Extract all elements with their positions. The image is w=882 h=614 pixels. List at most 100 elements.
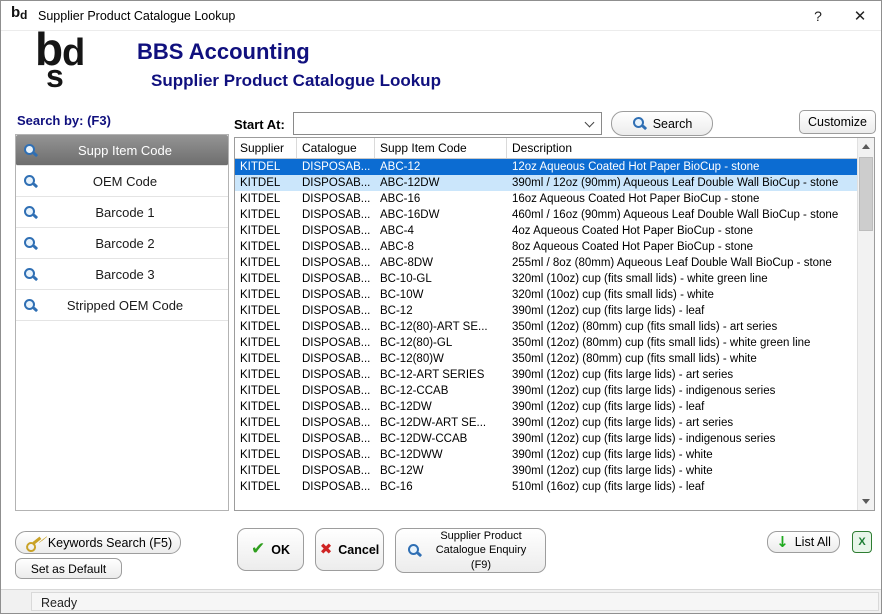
search-by-item-oem-code[interactable]: OEM Code [16, 166, 228, 197]
cell-supplier: KITDEL [235, 367, 297, 383]
cell-catalogue: DISPOSAB... [297, 239, 375, 255]
cell-catalogue: DISPOSAB... [297, 223, 375, 239]
cell-supplier: KITDEL [235, 287, 297, 303]
scroll-thumb[interactable] [859, 157, 873, 231]
title-bar: b b Supplier Product Catalogue Lookup ? … [1, 1, 881, 31]
table-row[interactable]: KITDELDISPOSAB...BC-12390ml (12oz) cup (… [235, 303, 857, 319]
cancel-label: Cancel [338, 543, 379, 557]
customize-button[interactable]: Customize [799, 110, 876, 134]
catalogue-table-body: KITDELDISPOSAB...ABC-1212oz Aqueous Coat… [235, 159, 857, 510]
help-button[interactable]: ? [797, 1, 839, 31]
cell-description: 255ml / 8oz (80mm) Aqueous Leaf Double W… [507, 255, 857, 271]
cell-code: BC-12(80)W [375, 351, 507, 367]
table-row[interactable]: KITDELDISPOSAB...ABC-12DW390ml / 12oz (9… [235, 175, 857, 191]
cell-catalogue: DISPOSAB... [297, 431, 375, 447]
cell-supplier: KITDEL [235, 159, 297, 175]
supplier-product-catalogue-enquiry-button[interactable]: Supplier Product Catalogue Enquiry (F9) [395, 528, 546, 573]
table-row[interactable]: KITDELDISPOSAB...BC-12DWW390ml (12oz) cu… [235, 447, 857, 463]
table-row[interactable]: KITDELDISPOSAB...ABC-16DW460ml / 16oz (9… [235, 207, 857, 223]
start-at-combo[interactable] [293, 112, 602, 135]
search-button[interactable]: Search [611, 111, 713, 136]
cell-catalogue: DISPOSAB... [297, 335, 375, 351]
table-row[interactable]: KITDELDISPOSAB...BC-12W390ml (12oz) cup … [235, 463, 857, 479]
list-all-button[interactable]: ↓ List All [767, 531, 840, 553]
table-row[interactable]: KITDELDISPOSAB...BC-10W320ml (10oz) cup … [235, 287, 857, 303]
cell-code: ABC-12DW [375, 175, 507, 191]
list-all-label: List All [795, 535, 831, 549]
catalogue-table: Supplier Catalogue Supp Item Code Descri… [234, 137, 875, 511]
search-by-item-barcode-1[interactable]: Barcode 1 [16, 197, 228, 228]
table-row[interactable]: KITDELDISPOSAB...ABC-88oz Aqueous Coated… [235, 239, 857, 255]
cell-description: 320ml (10oz) cup (fits small lids) - whi… [507, 287, 857, 303]
search-by-item-supp-item-code[interactable]: Supp Item Code [16, 135, 228, 166]
search-by-item-stripped-oem-code[interactable]: Stripped OEM Code [16, 290, 228, 321]
search-by-item-barcode-3[interactable]: Barcode 3 [16, 259, 228, 290]
table-row[interactable]: KITDELDISPOSAB...BC-12(80)W350ml (12oz) … [235, 351, 857, 367]
cancel-button[interactable]: ✖ Cancel [315, 528, 384, 571]
cell-description: 350ml (12oz) (80mm) cup (fits small lids… [507, 335, 857, 351]
keywords-search-button[interactable]: Keywords Search (F5) [15, 531, 181, 554]
excel-icon: X [858, 536, 865, 548]
table-row[interactable]: KITDELDISPOSAB...BC-12-ART SERIES390ml (… [235, 367, 857, 383]
magnifier-icon [23, 174, 38, 189]
cell-supplier: KITDEL [235, 271, 297, 287]
scroll-down-button[interactable] [858, 493, 874, 510]
cell-description: 4oz Aqueous Coated Hot Paper BioCup - st… [507, 223, 857, 239]
cell-code: ABC-16DW [375, 207, 507, 223]
cell-code: BC-12W [375, 463, 507, 479]
table-row[interactable]: KITDELDISPOSAB...ABC-8DW255ml / 8oz (80m… [235, 255, 857, 271]
table-row[interactable]: KITDELDISPOSAB...ABC-44oz Aqueous Coated… [235, 223, 857, 239]
cell-supplier: KITDEL [235, 303, 297, 319]
magnifier-icon [23, 298, 38, 313]
cell-supplier: KITDEL [235, 255, 297, 271]
start-at-input[interactable] [294, 113, 601, 134]
cell-supplier: KITDEL [235, 239, 297, 255]
table-row[interactable]: KITDELDISPOSAB...BC-12(80)-ART SE...350m… [235, 319, 857, 335]
table-row[interactable]: KITDELDISPOSAB...BC-16510ml (16oz) cup (… [235, 479, 857, 495]
magnifier-icon [407, 543, 422, 558]
bbs-logo: b b s [35, 34, 121, 104]
app-icon-letter: b [11, 5, 20, 20]
column-header-catalogue[interactable]: Catalogue [297, 138, 375, 158]
search-by-item-label: Barcode 2 [38, 236, 228, 251]
close-button[interactable]: ✕ [839, 1, 881, 31]
cell-code: BC-16 [375, 479, 507, 495]
key-icon [21, 531, 44, 553]
excel-export-button[interactable]: X [852, 531, 872, 553]
column-header-supplier[interactable]: Supplier [235, 138, 297, 158]
column-header-description[interactable]: Description [507, 138, 857, 158]
search-by-item-barcode-2[interactable]: Barcode 2 [16, 228, 228, 259]
cell-code: BC-12DW-CCAB [375, 431, 507, 447]
ok-label: OK [271, 543, 290, 557]
cell-catalogue: DISPOSAB... [297, 191, 375, 207]
app-name: BBS Accounting [137, 39, 310, 65]
table-row[interactable]: KITDELDISPOSAB...ABC-1616oz Aqueous Coat… [235, 191, 857, 207]
cell-supplier: KITDEL [235, 399, 297, 415]
table-row[interactable]: KITDELDISPOSAB...BC-10-GL320ml (10oz) cu… [235, 271, 857, 287]
vertical-scrollbar[interactable] [857, 138, 874, 510]
set-as-default-button[interactable]: Set as Default [15, 558, 122, 579]
table-row[interactable]: KITDELDISPOSAB...BC-12DW390ml (12oz) cup… [235, 399, 857, 415]
cell-description: 390ml (12oz) cup (fits large lids) - art… [507, 415, 857, 431]
set-as-default-label: Set as Default [31, 562, 106, 576]
scroll-up-button[interactable] [858, 138, 874, 155]
cell-code: BC-12(80)-GL [375, 335, 507, 351]
table-row[interactable]: KITDELDISPOSAB...BC-12DW-ART SE...390ml … [235, 415, 857, 431]
column-header-supp-item-code[interactable]: Supp Item Code [375, 138, 507, 158]
table-row[interactable]: KITDELDISPOSAB...BC-12DW-CCAB390ml (12oz… [235, 431, 857, 447]
search-by-item-label: Barcode 3 [38, 267, 228, 282]
cross-icon: ✖ [320, 542, 333, 557]
cell-description: 510ml (16oz) cup (fits large lids) - lea… [507, 479, 857, 495]
cell-code: BC-12DW-ART SE... [375, 415, 507, 431]
table-header: Supplier Catalogue Supp Item Code Descri… [235, 138, 857, 159]
cell-catalogue: DISPOSAB... [297, 319, 375, 335]
magnifier-icon [23, 143, 38, 158]
table-row[interactable]: KITDELDISPOSAB...BC-12(80)-GL350ml (12oz… [235, 335, 857, 351]
ok-button[interactable]: ✔ OK [237, 528, 304, 571]
table-row[interactable]: KITDELDISPOSAB...BC-12-CCAB390ml (12oz) … [235, 383, 857, 399]
triangle-down-icon [862, 499, 870, 504]
enquiry-label: Supplier Product Catalogue Enquiry (F9) [428, 529, 534, 572]
table-row[interactable]: KITDELDISPOSAB...ABC-1212oz Aqueous Coat… [235, 159, 857, 175]
cell-code: BC-12DWW [375, 447, 507, 463]
cell-catalogue: DISPOSAB... [297, 463, 375, 479]
